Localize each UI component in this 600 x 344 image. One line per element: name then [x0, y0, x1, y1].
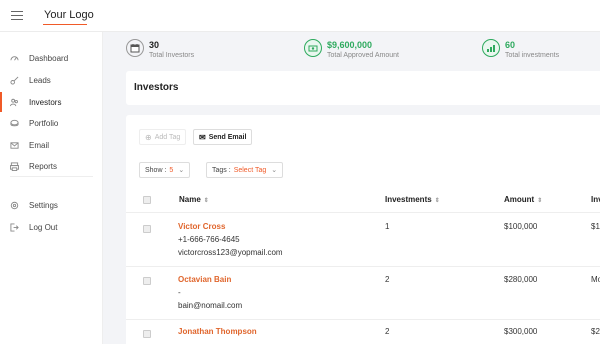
settings-icon [10, 201, 19, 209]
send-email-label: Send Email [208, 133, 247, 141]
sidebar-item-label: Investors [29, 97, 62, 107]
investors-card: ⊕ Add Tag ✉ Send Email Show : 5 ⌄ Tags :… [126, 115, 600, 344]
investments-count: 1 [385, 222, 390, 231]
tags-dropdown[interactable]: Tags : Select Tag ⌄ [206, 162, 284, 178]
column-header-investments[interactable]: Investments ⇕ [385, 195, 440, 204]
column-header-inv[interactable]: Inv [591, 195, 600, 204]
top-bar: Your Logo [0, 0, 600, 32]
investments-count: 2 [385, 275, 390, 284]
dashboard-icon [10, 55, 19, 61]
sidebar-item-label: Dashboard [29, 53, 69, 63]
sidebar-item-label: Reports [29, 161, 58, 171]
investor-phone: +1-666-766-4645 [178, 235, 240, 244]
sidebar-item-portfolio[interactable]: Portfolio [0, 113, 103, 133]
logout-icon [10, 222, 19, 232]
inv-value: $1 [591, 222, 600, 231]
approved-amount-value: $9,600,000 [327, 40, 373, 50]
menu-icon[interactable] [11, 11, 23, 20]
show-label: Show : [145, 166, 167, 174]
investor-phone: - [178, 288, 181, 297]
row-checkbox[interactable] [143, 330, 151, 338]
logo-underline [43, 24, 87, 25]
total-investors-label: Total Investors [149, 52, 195, 59]
send-email-button[interactable]: ✉ Send Email [193, 129, 253, 145]
show-count-dropdown[interactable]: Show : 5 ⌄ [139, 162, 191, 178]
chart-icon [482, 39, 500, 57]
calendar-icon [126, 39, 144, 57]
sidebar-item-email[interactable]: Email [0, 135, 103, 155]
stats-bar: 30 Total Investors $9,600,000 Total Appr… [103, 32, 600, 68]
sidebar-divider [10, 176, 93, 177]
sort-icon: ⇕ [537, 198, 543, 204]
row-checkbox[interactable] [143, 225, 151, 233]
investments-count: 2 [385, 327, 390, 336]
add-tag-label: Add Tag [154, 133, 181, 141]
investor-name-link[interactable]: Jonathan Thompson [178, 327, 257, 336]
total-investments-value: 60 [505, 40, 516, 50]
row-divider [126, 266, 600, 267]
sidebar-item-investors[interactable]: Investors [0, 92, 103, 112]
sidebar-item-dashboard[interactable]: Dashboard [0, 48, 103, 68]
investor-name-link[interactable]: Victor Cross [178, 222, 225, 231]
sidebar-item-reports[interactable]: Reports [0, 156, 103, 176]
chevron-down-icon: ⌄ [178, 167, 185, 174]
table-divider [126, 212, 600, 213]
total-investors-value: 30 [149, 40, 160, 50]
sidebar-item-label: Email [29, 140, 50, 150]
sidebar: Dashboard Leads Investors Portfolio Emai… [0, 32, 103, 344]
amount-value: $300,000 [504, 327, 538, 336]
show-value: 5 [169, 166, 174, 174]
investors-icon [10, 98, 18, 106]
tags-label: Tags : [212, 166, 231, 174]
page-header: Investors [126, 71, 600, 105]
select-all-checkbox[interactable] [143, 196, 151, 204]
sidebar-item-leads[interactable]: Leads [0, 70, 103, 90]
leads-icon [10, 76, 19, 85]
investor-email: bain@nomail.com [178, 301, 243, 310]
row-divider [126, 319, 600, 320]
approved-amount-label: Total Approved Amount [327, 52, 399, 59]
column-header-amount[interactable]: Amount ⇕ [504, 195, 542, 204]
reports-icon [10, 161, 19, 171]
row-checkbox[interactable] [143, 277, 151, 285]
sidebar-item-settings[interactable]: Settings [0, 195, 103, 215]
tags-value: Select Tag [233, 166, 267, 174]
sidebar-item-label: Settings [29, 200, 58, 210]
sidebar-item-label: Log Out [29, 222, 58, 232]
email-icon [10, 141, 19, 149]
add-tag-button[interactable]: ⊕ Add Tag [139, 129, 187, 145]
column-header-name[interactable]: Name ⇕ [179, 195, 209, 204]
sidebar-item-logout[interactable]: Log Out [0, 217, 103, 237]
amount-value: $280,000 [504, 275, 538, 284]
sort-icon: ⇕ [434, 198, 440, 204]
total-investments-label: Total investments [505, 52, 560, 59]
inv-value: Mo [591, 275, 600, 284]
investor-name-link[interactable]: Octavian Bain [178, 275, 231, 284]
portfolio-icon [10, 119, 19, 126]
sidebar-item-label: Leads [29, 75, 51, 85]
chevron-down-icon: ⌄ [271, 167, 278, 174]
page-title: Investors [134, 82, 179, 93]
sidebar-item-label: Portfolio [29, 118, 59, 128]
envelope-icon: ✉ [199, 132, 206, 142]
inv-value: $2 [591, 327, 600, 336]
logo[interactable]: Your Logo [44, 9, 94, 21]
amount-value: $100,000 [504, 222, 538, 231]
money-icon [304, 39, 322, 57]
plus-circle-icon: ⊕ [145, 132, 152, 142]
sort-icon: ⇕ [203, 198, 209, 204]
investor-email: victorcross123@yopmail.com [178, 248, 283, 257]
